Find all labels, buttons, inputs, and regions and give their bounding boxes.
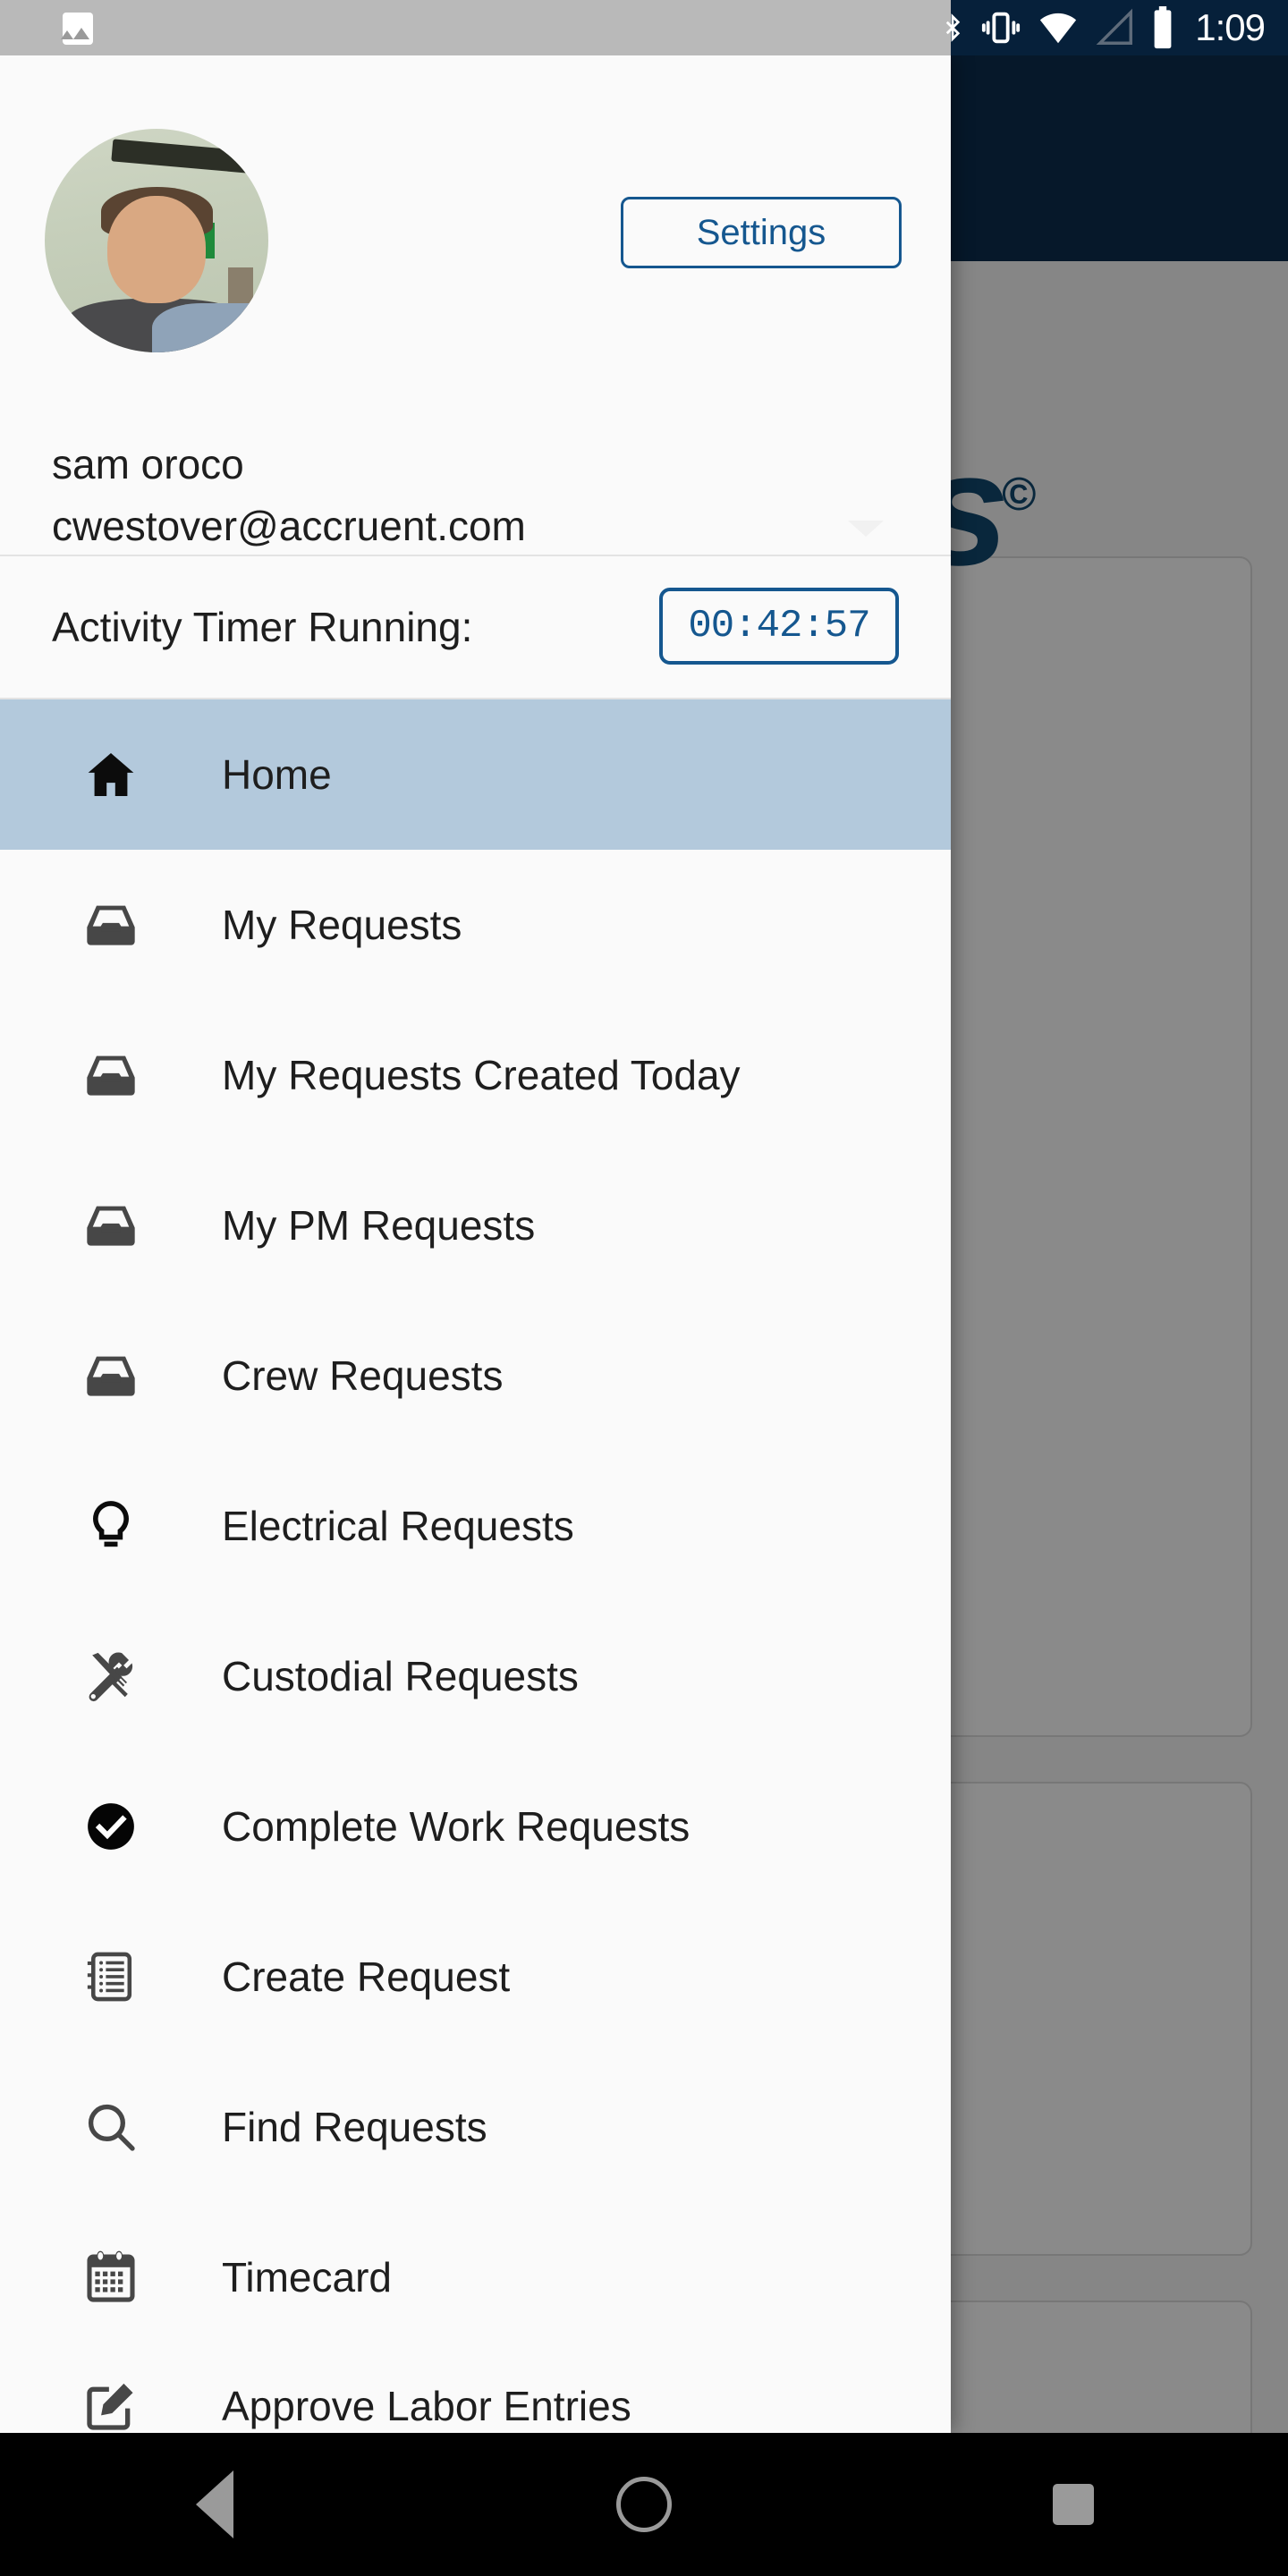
sidebar-item-home[interactable]: Home xyxy=(0,699,951,850)
sidebar-item-timecard[interactable]: Timecard xyxy=(0,2202,951,2352)
sidebar-item-label: My Requests Created Today xyxy=(222,1052,741,1098)
status-bar-clock: 1:09 xyxy=(1195,6,1266,48)
check-circle-icon xyxy=(0,1798,222,1855)
back-button[interactable] xyxy=(134,2433,295,2576)
home-circle-icon xyxy=(616,2477,672,2532)
drawer-nav-list: Home My Requests My Requests Created Tod… xyxy=(0,699,951,2433)
calendar-icon xyxy=(0,2249,222,2306)
status-bar-icons: 1:09 xyxy=(939,0,1288,55)
status-bar: 1:09 xyxy=(0,0,1288,55)
battery-icon xyxy=(1150,5,1175,50)
inbox-tray-icon xyxy=(0,896,222,953)
sidebar-item-label: Custodial Requests xyxy=(222,1653,579,1699)
search-icon xyxy=(0,2098,222,2156)
sidebar-item-label: Approve Labor Entries xyxy=(222,2383,631,2429)
inbox-tray-icon xyxy=(0,1046,222,1104)
chevron-down-icon[interactable] xyxy=(848,521,884,537)
vibrate-icon xyxy=(980,7,1021,48)
sidebar-item-approve-labor-entries[interactable]: Approve Labor Entries xyxy=(0,2352,951,2433)
phone-screen: s© d taking a way in 2018. xyxy=(0,0,1288,2576)
cell-signal-icon xyxy=(1095,7,1136,48)
avatar[interactable] xyxy=(45,129,268,352)
notepad-icon xyxy=(0,1948,222,2005)
home-icon xyxy=(0,746,222,803)
android-navigation-bar xyxy=(0,2433,1288,2576)
sidebar-item-my-requests-created-today[interactable]: My Requests Created Today xyxy=(0,1000,951,1150)
user-name: sam oroco xyxy=(52,441,244,487)
sidebar-item-crew-requests[interactable]: Crew Requests xyxy=(0,1301,951,1451)
recents-square-icon xyxy=(1053,2484,1094,2525)
sidebar-item-custodial-requests[interactable]: Custodial Requests xyxy=(0,1601,951,1751)
sidebar-item-label: Complete Work Requests xyxy=(222,1803,691,1850)
user-email: cwestover@accruent.com xyxy=(52,503,526,549)
image-icon xyxy=(61,13,93,45)
bluetooth-icon xyxy=(939,7,966,48)
inbox-tray-icon xyxy=(0,1347,222,1404)
sidebar-item-my-pm-requests[interactable]: My PM Requests xyxy=(0,1150,951,1301)
activity-timer-value[interactable]: 00:42:57 xyxy=(659,588,899,665)
drawer-header: Settings sam oroco cwestover@accruent.co… xyxy=(0,55,951,556)
status-bar-left-bg xyxy=(0,0,951,55)
logo-copyright: © xyxy=(1002,469,1037,521)
activity-timer-row: Activity Timer Running: 00:42:57 xyxy=(0,556,951,699)
edit-square-icon xyxy=(0,2377,222,2433)
settings-button[interactable]: Settings xyxy=(621,197,902,268)
inbox-tray-icon xyxy=(0,1197,222,1254)
sidebar-item-label: Create Request xyxy=(222,1953,511,2000)
tools-icon xyxy=(0,1648,222,1705)
lightbulb-icon xyxy=(0,1497,222,1555)
navigation-drawer: Settings sam oroco cwestover@accruent.co… xyxy=(0,55,951,2433)
sidebar-item-label: Electrical Requests xyxy=(222,1503,574,1549)
sidebar-item-label: Home xyxy=(222,751,332,798)
recents-button[interactable] xyxy=(993,2433,1154,2576)
sidebar-item-label: Timecard xyxy=(222,2254,392,2301)
sidebar-item-label: My PM Requests xyxy=(222,1202,536,1249)
sidebar-item-electrical-requests[interactable]: Electrical Requests xyxy=(0,1451,951,1601)
sidebar-item-label: Find Requests xyxy=(222,2104,487,2150)
sidebar-item-complete-work-requests[interactable]: Complete Work Requests xyxy=(0,1751,951,1902)
wifi-icon xyxy=(1036,7,1080,48)
activity-timer-label: Activity Timer Running: xyxy=(52,604,473,650)
sidebar-item-create-request[interactable]: Create Request xyxy=(0,1902,951,2052)
sidebar-item-label: My Requests xyxy=(222,902,462,948)
sidebar-item-label: Crew Requests xyxy=(222,1352,504,1399)
sidebar-item-find-requests[interactable]: Find Requests xyxy=(0,2052,951,2202)
home-button[interactable] xyxy=(564,2433,724,2576)
back-triangle-icon xyxy=(196,2470,233,2538)
sidebar-item-my-requests[interactable]: My Requests xyxy=(0,850,951,1000)
